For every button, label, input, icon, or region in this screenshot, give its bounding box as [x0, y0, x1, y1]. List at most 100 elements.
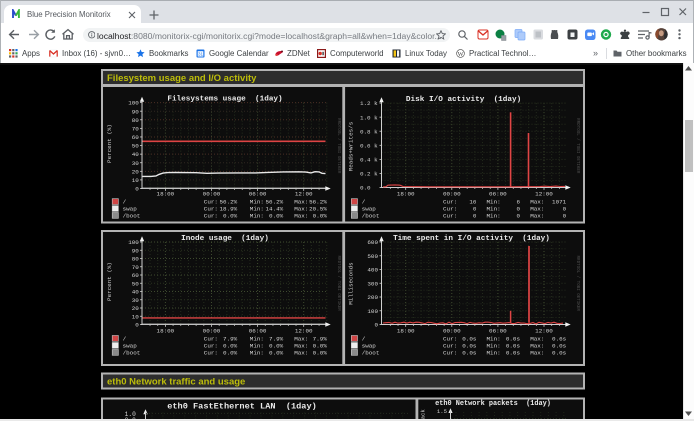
svg-text:50: 50	[132, 143, 140, 150]
svg-text:Inode usage (1day): Inode usage (1day)	[181, 235, 269, 243]
svg-text:0.8: 0.8	[360, 128, 371, 135]
svg-text:Min:: Min:	[487, 336, 501, 343]
svg-text:/: /	[362, 336, 366, 343]
svg-text:Cur:: Cur:	[443, 213, 457, 220]
svg-text:80: 80	[132, 117, 140, 124]
svg-text:Max:: Max:	[530, 350, 544, 357]
svg-text:0.0%: 0.0%	[269, 213, 284, 220]
svg-text:18:00: 18:00	[397, 190, 415, 197]
svg-text:Cur:: Cur:	[204, 350, 218, 357]
svg-text:30: 30	[132, 297, 140, 304]
svg-text:k: k	[371, 114, 379, 121]
svg-text:400: 400	[367, 267, 378, 274]
svg-text:7.9%: 7.9%	[269, 336, 284, 343]
svg-text:0: 0	[516, 213, 520, 220]
svg-text:Filesystem usage and I/O activ: Filesystem usage and I/O activity	[107, 73, 257, 84]
svg-text:06:00: 06:00	[249, 328, 267, 335]
svg-text:Min:: Min:	[487, 213, 501, 220]
svg-text:18:00: 18:00	[157, 328, 175, 335]
svg-text:0.0s: 0.0s	[462, 343, 477, 350]
svg-text:0.0%: 0.0%	[223, 343, 238, 350]
svg-text:0.0%: 0.0%	[269, 343, 284, 350]
svg-text:swap: swap	[123, 343, 138, 350]
svg-text:1.0: 1.0	[360, 114, 371, 121]
svg-text:Percent (%): Percent (%)	[106, 124, 113, 163]
svg-text:100: 100	[128, 239, 139, 246]
svg-text:00:00: 00:00	[443, 328, 461, 335]
svg-text:0: 0	[135, 186, 139, 193]
svg-text:90: 90	[132, 247, 140, 254]
svg-text:00:00: 00:00	[203, 328, 221, 335]
svg-text:eth0 Network packets (1day): eth0 Network packets (1day)	[435, 400, 551, 408]
svg-text:Max:: Max:	[294, 343, 308, 350]
svg-text:06:00: 06:00	[489, 328, 507, 335]
svg-text:0: 0	[473, 213, 477, 220]
svg-text:0.0s: 0.0s	[506, 336, 521, 343]
svg-text:0.0s: 0.0s	[462, 350, 477, 357]
svg-text:Cur:: Cur:	[443, 350, 457, 357]
svg-text:70: 70	[132, 264, 140, 271]
svg-text:Min:: Min:	[250, 336, 264, 343]
svg-text:1.2: 1.2	[360, 100, 371, 107]
svg-text:Max:: Max:	[294, 213, 308, 220]
svg-text:0.0%: 0.0%	[223, 350, 238, 357]
svg-text:RRDTOOL / TOBI OETIKER: RRDTOOL / TOBI OETIKER	[575, 256, 580, 312]
svg-text:0.0%: 0.0%	[313, 213, 328, 220]
svg-text:100: 100	[128, 100, 139, 107]
svg-text:0: 0	[135, 322, 139, 329]
svg-text:30: 30	[132, 160, 140, 167]
svg-text:Cur:: Cur:	[204, 343, 218, 350]
svg-text:/boot: /boot	[123, 350, 141, 357]
svg-text:300: 300	[367, 280, 378, 287]
svg-text:Max:: Max:	[530, 213, 544, 220]
svg-text:/boot: /boot	[362, 213, 380, 220]
svg-text:k: k	[371, 128, 379, 135]
svg-text:7.9%: 7.9%	[223, 336, 238, 343]
svg-text:20: 20	[132, 305, 140, 312]
svg-text:Min:: Min:	[250, 213, 264, 220]
svg-text:Max:: Max:	[294, 336, 308, 343]
svg-text:18:00: 18:00	[397, 328, 415, 335]
svg-text:Max:: Max:	[530, 336, 544, 343]
svg-text:Percent (%): Percent (%)	[106, 262, 113, 301]
svg-text:12:00: 12:00	[295, 190, 313, 197]
svg-text:Cur:: Cur:	[204, 213, 218, 220]
svg-text:10: 10	[132, 177, 140, 184]
svg-text:0.0s: 0.0s	[462, 336, 477, 343]
svg-text:0: 0	[563, 213, 567, 220]
svg-text:0.6: 0.6	[360, 142, 371, 149]
svg-text:0.2: 0.2	[360, 171, 371, 178]
svg-text:40: 40	[132, 289, 140, 296]
svg-text:Cur:: Cur:	[204, 336, 218, 343]
svg-text:/boot: /boot	[362, 350, 380, 357]
svg-text:Cur:: Cur:	[443, 336, 457, 343]
svg-text:k: k	[371, 100, 379, 107]
svg-text:40: 40	[132, 151, 140, 158]
svg-text:0.0: 0.0	[360, 185, 371, 192]
svg-text:swap: swap	[362, 343, 377, 350]
svg-text:100: 100	[367, 308, 378, 315]
svg-text:Cur:: Cur:	[443, 343, 457, 350]
svg-text:0.4: 0.4	[360, 156, 371, 163]
svg-text:31: 31	[198, 51, 204, 56]
svg-text:90: 90	[132, 108, 140, 115]
svg-text:0.0%: 0.0%	[269, 350, 284, 357]
svg-text:0.0s: 0.0s	[552, 343, 567, 350]
svg-text:12:00: 12:00	[535, 328, 553, 335]
svg-text:0.0s: 0.0s	[552, 350, 567, 357]
svg-text:eth0 Network traffic and usage: eth0 Network traffic and usage	[107, 377, 245, 388]
svg-text:Min:: Min:	[250, 350, 264, 357]
svg-text:W: W	[458, 50, 464, 57]
svg-text:0.0%: 0.0%	[223, 213, 238, 220]
svg-text:06:00: 06:00	[489, 190, 507, 197]
svg-text:1.5: 1.5	[437, 408, 447, 415]
svg-text:70: 70	[132, 125, 140, 132]
svg-text:500: 500	[367, 253, 378, 260]
svg-text:Min:: Min:	[250, 343, 264, 350]
svg-text:12:00: 12:00	[535, 190, 553, 197]
svg-text:/boot: /boot	[123, 213, 141, 220]
svg-text:80: 80	[132, 256, 140, 263]
svg-text:k: k	[371, 171, 379, 178]
svg-text:/: /	[123, 336, 127, 343]
svg-text:06:00: 06:00	[249, 190, 267, 197]
